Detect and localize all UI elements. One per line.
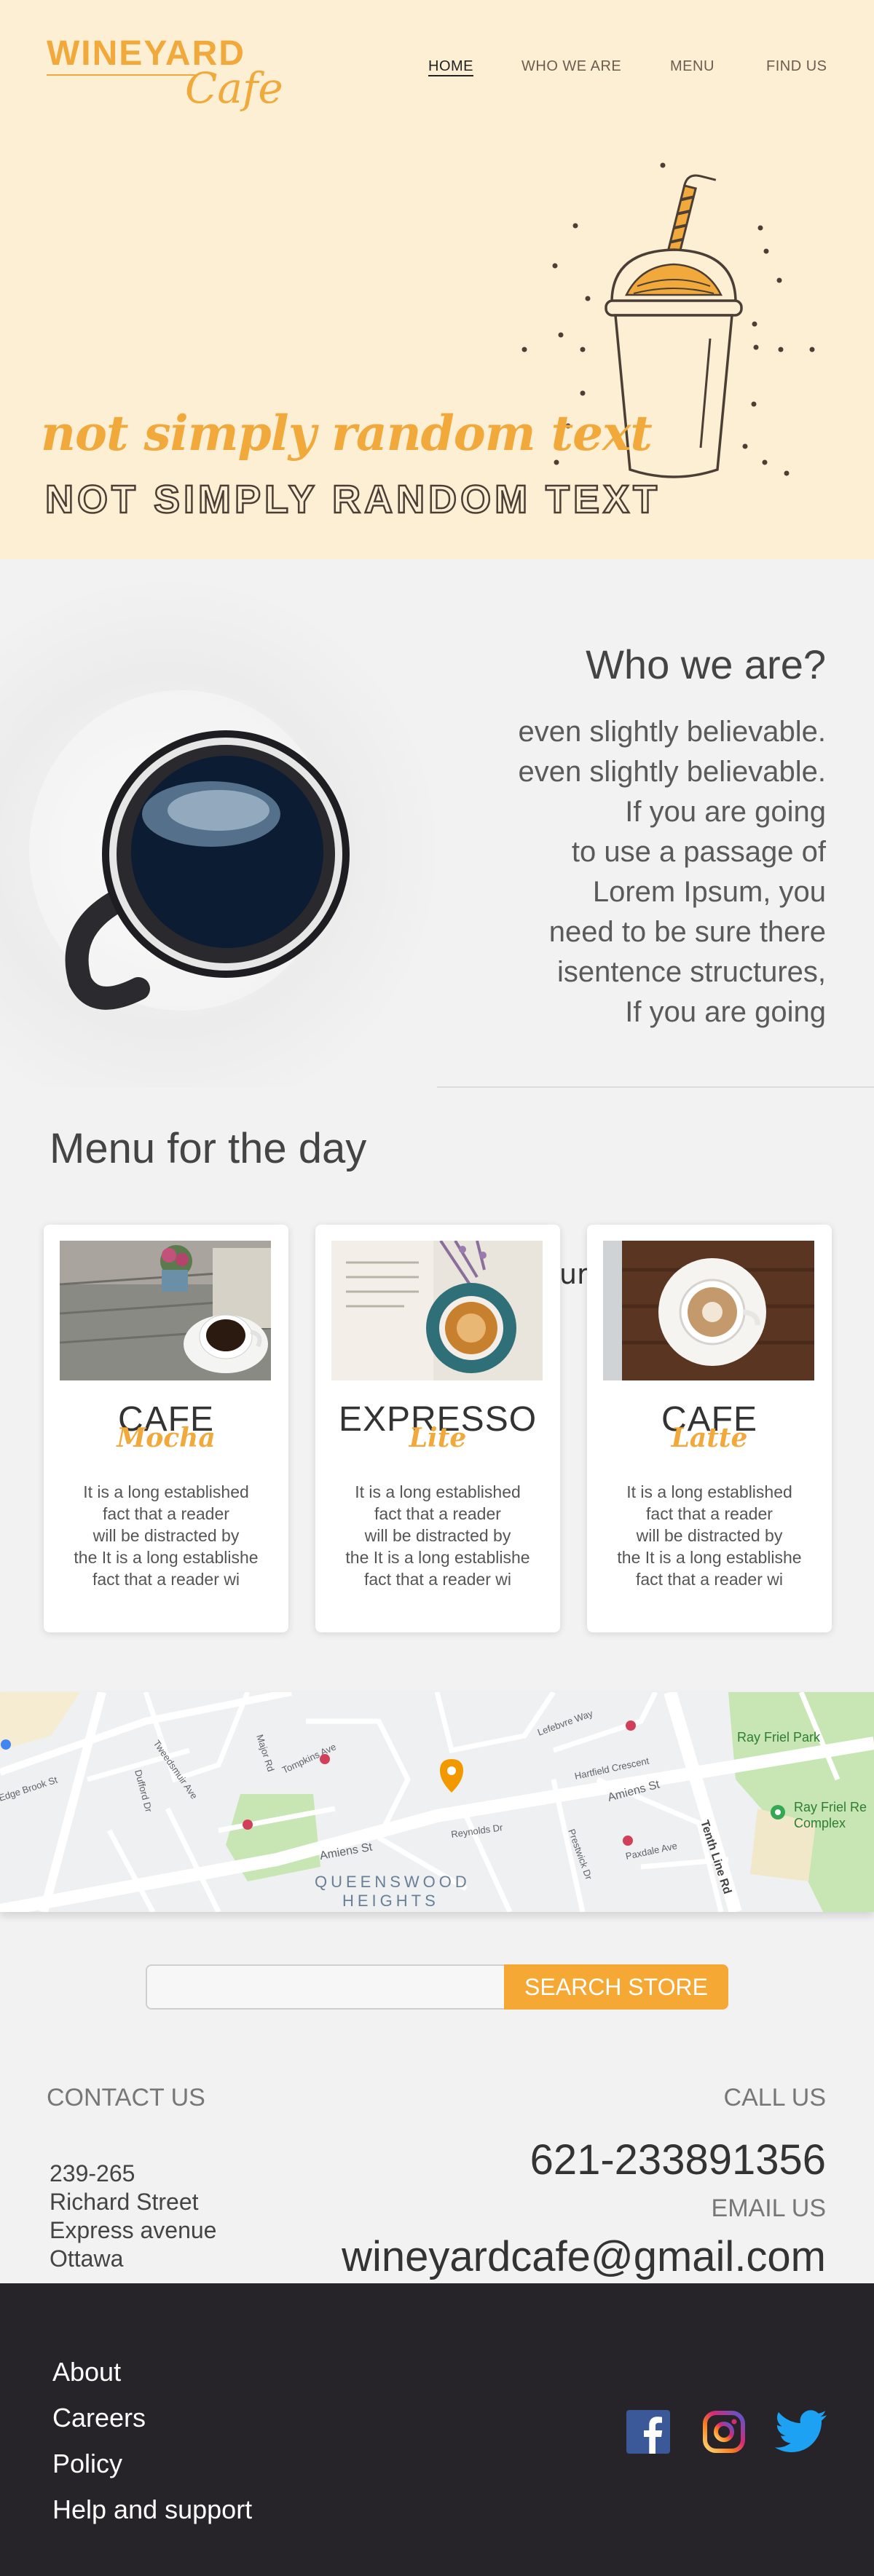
map-area-label-2: HEIGHTS (342, 1892, 439, 1910)
desc-line: fact that a reader wi (92, 1570, 240, 1589)
desc-line: fact that a reader wi (636, 1570, 783, 1589)
map-poi-complex-1: Ray Friel Re (794, 1800, 867, 1814)
desc-line: the It is a long establishe (617, 1548, 802, 1567)
email-us-label: EMAIL US (711, 2194, 826, 2222)
nav-menu[interactable]: MENU (670, 58, 714, 75)
stray-text: ur (559, 1258, 588, 1290)
who-line: even slightly believable. (518, 756, 826, 788)
desc-line: will be distracted by (636, 1526, 783, 1545)
who-line: If you are going (625, 996, 826, 1028)
email-address[interactable]: wineyardcafe@gmail.com (342, 2232, 826, 2281)
desc-line: fact that a reader (646, 1504, 773, 1523)
coffee-mug-image (0, 559, 437, 1088)
nav-home[interactable]: HOME (428, 58, 473, 75)
desc-line: It is a long established (355, 1482, 521, 1501)
menu-card-lite[interactable]: EXPRESSO Lite It is a long established f… (315, 1225, 560, 1632)
nav-find-us[interactable]: FIND US (766, 58, 827, 75)
who-title: Who we are? (586, 641, 826, 687)
desc-line: fact that a reader (103, 1504, 229, 1523)
twitter-icon[interactable] (775, 2410, 827, 2454)
nav-who-we-are[interactable]: WHO WE ARE (521, 58, 621, 75)
who-line: need to be sure there (548, 916, 826, 948)
mocha-photo (60, 1241, 271, 1380)
card-variant: Lite (409, 1423, 467, 1453)
who-line: isentence structures, (556, 956, 826, 988)
footer-link-policy[interactable]: Policy (52, 2441, 252, 2486)
lite-photo (331, 1241, 543, 1380)
coffee-mug-illustration (29, 690, 350, 1011)
desc-line: It is a long established (83, 1482, 249, 1501)
who-we-are-section: Who we are? even slightly believable. ev… (0, 559, 874, 1088)
search-section: SEARCH STORE (0, 1912, 874, 2050)
address-line: Ottawa (50, 2245, 124, 2272)
card-variant: Latte (671, 1423, 748, 1453)
search-store-button[interactable]: SEARCH STORE (504, 1964, 728, 2010)
menu-card-latte[interactable]: CAFE Latte It is a long established fact… (587, 1225, 832, 1632)
who-paragraph: even slightly believable. even slightly … (519, 712, 826, 1032)
phone-number[interactable]: 621-233891356 (530, 2136, 826, 2184)
footer: About Careers Policy Help and support (0, 2283, 874, 2576)
who-line: Lorem Ipsum, you (592, 876, 826, 908)
contact-section: CONTACT US 239-265 Richard Street Expres… (0, 2050, 874, 2283)
who-line: even slightly believable. (518, 716, 826, 748)
hero-caps-heading: NOT SIMPLY RANDOM TEXT (44, 477, 661, 523)
map-canvas[interactable]: Amiens St Amiens St Tenth Line Rd Duffor… (0, 1692, 874, 1912)
menu-card-mocha[interactable]: CAFE Mocha It is a long established fact… (44, 1225, 288, 1632)
desc-line: will be distracted by (364, 1526, 511, 1545)
who-line: If you are going (625, 796, 826, 828)
latte-photo (603, 1241, 814, 1380)
who-line: to use a passage of (571, 836, 826, 868)
map-poi-complex-2: Complex (794, 1816, 846, 1830)
menu-section: Menu for the day ur CAFE Mocha It is a l… (0, 1088, 874, 1692)
footer-link-about[interactable]: About (52, 2349, 252, 2395)
address-line: 239-265 (50, 2160, 135, 2186)
desc-line: the It is a long establishe (345, 1548, 530, 1567)
desc-line: It is a long established (626, 1482, 792, 1501)
facebook-icon[interactable] (626, 2410, 670, 2454)
desc-line: fact that a reader wi (364, 1570, 511, 1589)
card-description: It is a long established fact that a rea… (605, 1481, 814, 1590)
address-line: Express avenue (50, 2217, 217, 2243)
desc-line: will be distracted by (92, 1526, 240, 1545)
store-search-input[interactable] (146, 1964, 504, 2010)
footer-links: About Careers Policy Help and support (52, 2349, 252, 2532)
desc-line: the It is a long establishe (74, 1548, 259, 1567)
card-description: It is a long established fact that a rea… (333, 1481, 543, 1590)
map-poi-park: Ray Friel Park (737, 1730, 821, 1745)
address: 239-265 Richard Street Express avenue Ot… (50, 2160, 216, 2273)
map-area-label-1: QUEENSWOOD (315, 1873, 471, 1891)
call-us-label: CALL US (723, 2084, 826, 2111)
hero-script-heading: not simply random text (41, 405, 653, 462)
main-nav: HOME WHO WE ARE MENU FIND US (0, 58, 874, 80)
store-map[interactable]: Amiens St Amiens St Tenth Line Rd Duffor… (0, 1692, 874, 1912)
address-line: Richard Street (50, 2189, 199, 2215)
instagram-icon[interactable] (702, 2410, 746, 2454)
hero-section: WINEYARD Cafe HOME WHO WE ARE MENU FIND … (0, 0, 874, 559)
contact-us-label: CONTACT US (47, 2084, 205, 2111)
card-variant: Mocha (117, 1423, 216, 1453)
footer-link-careers[interactable]: Careers (52, 2395, 252, 2441)
card-description: It is a long established fact that a rea… (61, 1481, 271, 1590)
footer-link-help[interactable]: Help and support (52, 2486, 252, 2532)
desc-line: fact that a reader (374, 1504, 501, 1523)
menu-title: Menu for the day (50, 1125, 367, 1172)
